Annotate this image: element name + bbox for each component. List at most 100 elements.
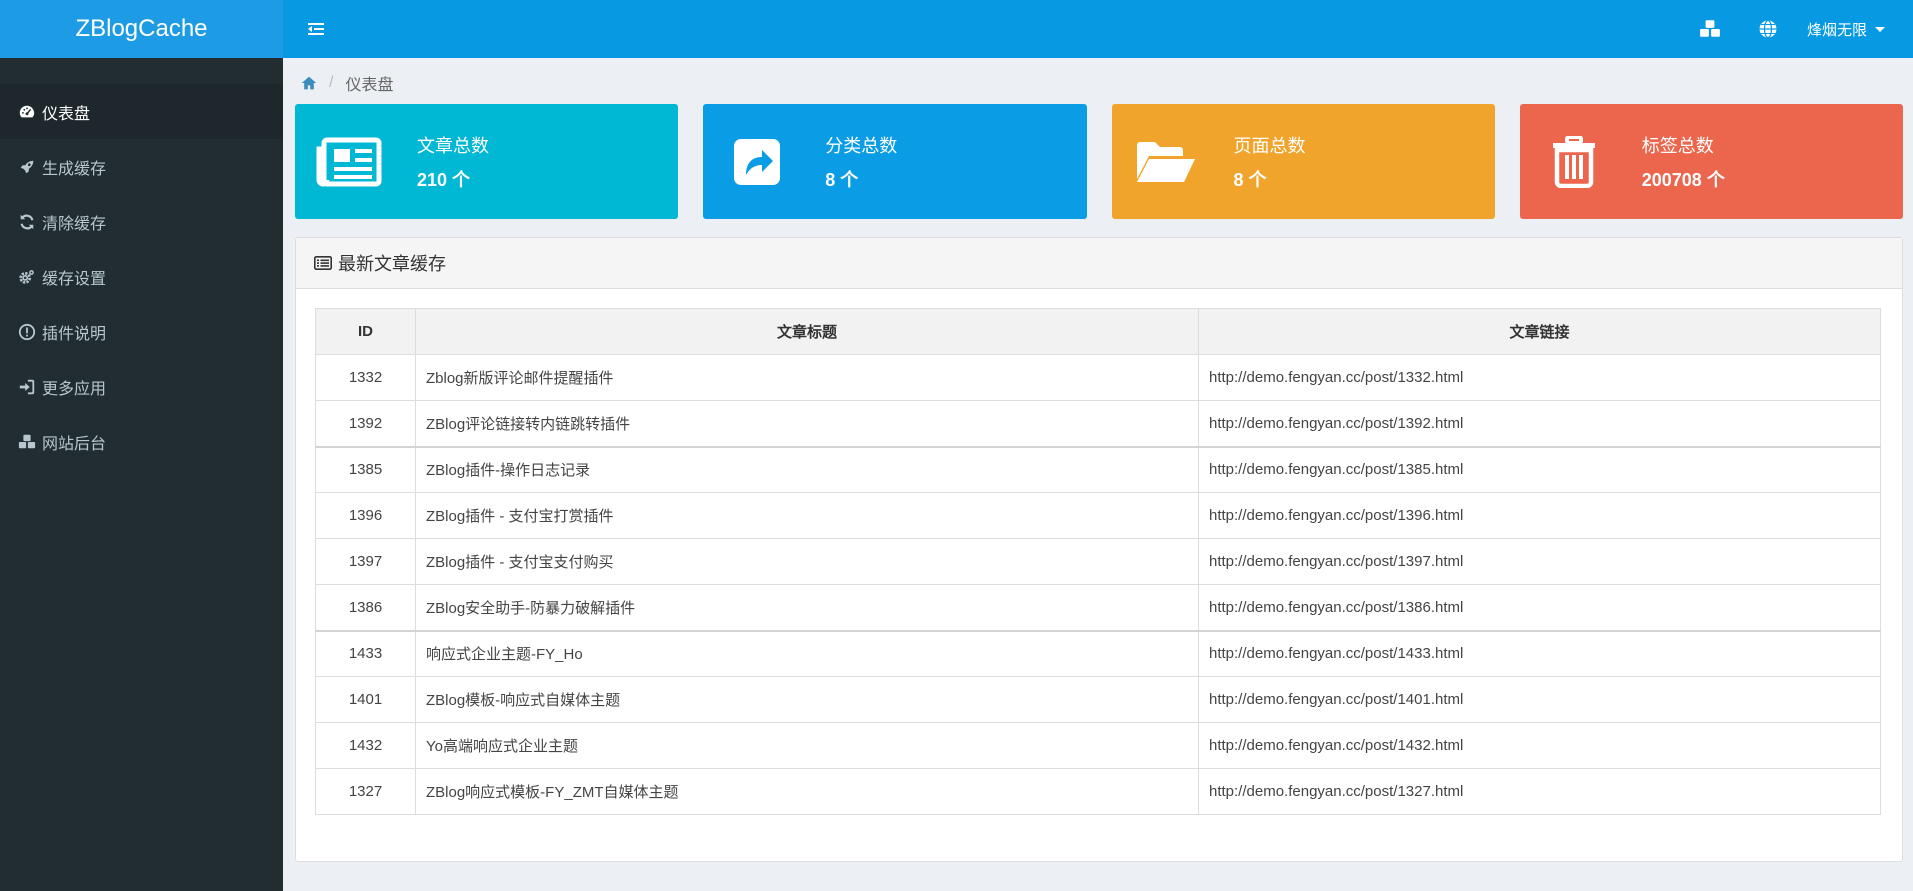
cell-id: 1385 — [315, 445, 416, 493]
table-row: 1397 ZBlog插件 - 支付宝支付购买 http://demo.fengy… — [315, 538, 1881, 585]
stat-label: 文章总数 — [417, 135, 489, 156]
home-icon[interactable] — [301, 75, 317, 91]
table-header-row: ID 文章标题 文章链接 — [315, 308, 1881, 355]
panel-header: 最新文章缓存 — [296, 238, 1902, 289]
cell-id: 1401 — [315, 676, 416, 723]
cell-link[interactable]: http://demo.fengyan.cc/post/1386.html — [1198, 584, 1881, 631]
sidebar-item-more-apps[interactable]: 更多应用 — [0, 359, 283, 414]
user-name: 烽烟无限 — [1806, 21, 1867, 39]
sidebar-item-label: 插件说明 — [42, 325, 107, 343]
cell-link[interactable]: http://demo.fengyan.cc/post/1392.html — [1198, 400, 1881, 447]
stat-box-pages: 页面总数 8 个 — [1111, 104, 1495, 219]
breadcrumb: / 仪表盘 — [301, 71, 393, 95]
stat-value: 8 个 — [1233, 169, 1267, 190]
panel-title: 最新文章缓存 — [338, 254, 446, 274]
cell-id: 1386 — [315, 584, 416, 631]
cell-id: 1327 — [315, 768, 416, 815]
stat-label: 标签总数 — [1641, 135, 1714, 156]
exclamation-circle-icon — [18, 322, 42, 342]
sidebar-toggle-icon[interactable] — [304, 17, 328, 41]
top-navbar: 烽烟无限 — [283, 0, 1913, 58]
sidebar-item-label: 清除缓存 — [42, 215, 107, 233]
cell-link[interactable]: http://demo.fengyan.cc/post/1385.html — [1198, 445, 1881, 493]
sidebar-item-cache-settings[interactable]: 缓存设置 — [0, 249, 283, 304]
gears-icon — [18, 267, 42, 287]
cell-title: Yo高端响应式企业主题 — [415, 722, 1199, 769]
table-row: 1327 ZBlog响应式模板-FY_ZMT自媒体主题 http://demo.… — [315, 768, 1881, 815]
cell-link[interactable]: http://demo.fengyan.cc/post/1332.html — [1198, 354, 1881, 401]
cell-title: ZBlog插件 - 支付宝打赏插件 — [415, 492, 1199, 539]
cubes-icon[interactable] — [1681, 0, 1739, 58]
trash-icon — [1528, 104, 1620, 219]
cell-title: 响应式企业主题-FY_Ho — [415, 629, 1199, 677]
dashboard-icon — [18, 102, 42, 122]
table-row: 1433 响应式企业主题-FY_Ho http://demo.fengyan.c… — [315, 629, 1881, 677]
sidebar-item-label: 更多应用 — [42, 380, 107, 398]
sidebar-item-dashboard[interactable]: 仪表盘 — [0, 84, 283, 139]
breadcrumb-separator: / — [329, 74, 334, 91]
cubes-icon — [18, 432, 42, 452]
newspaper-icon — [303, 104, 395, 219]
share-square-icon — [711, 104, 803, 219]
cell-link[interactable]: http://demo.fengyan.cc/post/1397.html — [1198, 538, 1881, 585]
cell-link[interactable]: http://demo.fengyan.cc/post/1433.html — [1198, 629, 1881, 677]
cell-link[interactable]: http://demo.fengyan.cc/post/1401.html — [1198, 676, 1881, 723]
stat-value: 210 个 — [417, 169, 471, 190]
cell-id: 1396 — [315, 492, 416, 539]
app-logo[interactable]: ZBlogCache — [0, 0, 283, 58]
sidebar-item-plugin-info[interactable]: 插件说明 — [0, 304, 283, 359]
sidebar-menu: 仪表盘 生成缓存 清除缓存 缓存设置 插件说明 更多应用 网站后台 — [0, 84, 283, 469]
cell-title: Zblog新版评论邮件提醒插件 — [415, 354, 1199, 401]
sidebar-item-site-admin[interactable]: 网站后台 — [0, 414, 283, 469]
table-row: 1392 ZBlog评论链接转内链跳转插件 http://demo.fengya… — [315, 400, 1881, 447]
stat-label: 页面总数 — [1233, 135, 1306, 156]
sign-in-icon — [18, 377, 42, 397]
stats-row: 文章总数 210 个 分类总数 8 个 页面总数 8 个 标签总数 200708… — [295, 104, 1903, 219]
cache-table: ID 文章标题 文章链接 1332 Zblog新版评论邮件提醒插件 http:/… — [315, 308, 1881, 815]
table-row: 1386 ZBlog安全助手-防暴力破解插件 http://demo.fengy… — [315, 584, 1881, 631]
sidebar-item-label: 网站后台 — [42, 435, 107, 453]
user-menu[interactable]: 烽烟无限 — [1797, 19, 1913, 40]
globe-icon[interactable] — [1739, 0, 1797, 58]
column-header-id: ID — [315, 308, 416, 355]
stat-value: 8 个 — [825, 169, 859, 190]
cell-title: ZBlog安全助手-防暴力破解插件 — [415, 584, 1199, 631]
table-row: 1401 ZBlog模板-响应式自媒体主题 http://demo.fengya… — [315, 676, 1881, 723]
rocket-icon — [18, 157, 42, 177]
cell-link[interactable]: http://demo.fengyan.cc/post/1432.html — [1198, 722, 1881, 769]
sidebar-item-label: 仪表盘 — [42, 105, 91, 123]
cell-link[interactable]: http://demo.fengyan.cc/post/1327.html — [1198, 768, 1881, 815]
cell-id: 1392 — [315, 400, 416, 447]
sidebar: ZBlogCache 仪表盘 生成缓存 清除缓存 缓存设置 插件说明 更多应用 … — [0, 0, 283, 891]
stat-value: 200708 个 — [1641, 169, 1725, 190]
caret-down-icon — [1875, 26, 1885, 32]
cell-id: 1433 — [315, 629, 416, 677]
table-row: 1385 ZBlog插件-操作日志记录 http://demo.fengyan.… — [315, 445, 1881, 493]
sidebar-item-label: 生成缓存 — [42, 160, 107, 178]
cell-title: ZBlog插件 - 支付宝支付购买 — [415, 538, 1199, 585]
cell-id: 1332 — [315, 354, 416, 401]
sidebar-item-clear-cache[interactable]: 清除缓存 — [0, 194, 283, 249]
refresh-icon — [18, 212, 42, 232]
cell-title: ZBlog插件-操作日志记录 — [415, 445, 1199, 493]
table-row: 1332 Zblog新版评论邮件提醒插件 http://demo.fengyan… — [315, 354, 1881, 401]
stat-box-tags: 标签总数 200708 个 — [1519, 104, 1903, 219]
sidebar-item-generate-cache[interactable]: 生成缓存 — [0, 139, 283, 194]
sidebar-item-label: 缓存设置 — [42, 270, 107, 288]
table-row: 1396 ZBlog插件 - 支付宝打赏插件 http://demo.fengy… — [315, 492, 1881, 539]
navbar-right: 烽烟无限 — [1681, 0, 1913, 58]
stat-box-articles: 文章总数 210 个 — [295, 104, 679, 219]
breadcrumb-current: 仪表盘 — [345, 77, 394, 94]
cell-title: ZBlog模板-响应式自媒体主题 — [415, 676, 1199, 723]
cell-title: ZBlog评论链接转内链跳转插件 — [415, 400, 1199, 447]
stat-label: 分类总数 — [825, 135, 898, 156]
column-header-link: 文章链接 — [1198, 308, 1881, 355]
cell-link[interactable]: http://demo.fengyan.cc/post/1396.html — [1198, 492, 1881, 539]
cell-title: ZBlog响应式模板-FY_ZMT自媒体主题 — [415, 768, 1199, 815]
table-row: 1432 Yo高端响应式企业主题 http://demo.fengyan.cc/… — [315, 722, 1881, 769]
cell-id: 1397 — [315, 538, 416, 585]
stat-box-categories: 分类总数 8 个 — [703, 104, 1087, 219]
list-alt-icon — [314, 256, 332, 270]
column-header-title: 文章标题 — [415, 308, 1199, 355]
cell-id: 1432 — [315, 722, 416, 769]
